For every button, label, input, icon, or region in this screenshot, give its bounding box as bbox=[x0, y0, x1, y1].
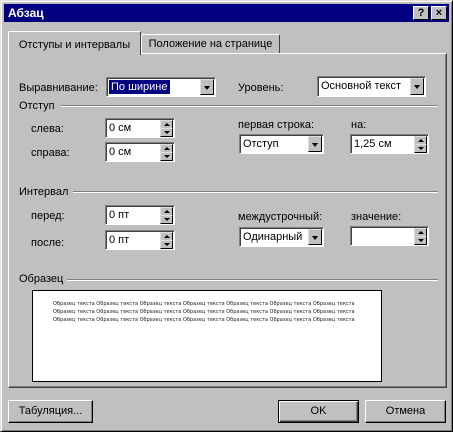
alignment-label: Выравнивание: bbox=[19, 82, 98, 94]
indent-left-label: слева: bbox=[31, 123, 64, 135]
spacing-after-field[interactable]: 0 пт bbox=[105, 230, 175, 250]
tabs-button-label: Табуляция... bbox=[18, 405, 83, 417]
tab-line-and-page-breaks[interactable]: Положение на странице bbox=[141, 34, 280, 54]
line-spacing-at-field[interactable] bbox=[350, 226, 429, 246]
alignment-value: По ширине bbox=[109, 80, 170, 94]
indent-left-value: 0 см bbox=[109, 122, 132, 134]
preview-sample-text: Образец текста Образец текста Образец те… bbox=[53, 301, 355, 323]
first-line-select[interactable]: Отступ bbox=[239, 134, 324, 154]
spin-down-icon[interactable] bbox=[160, 152, 173, 161]
alignment-select[interactable]: По ширине bbox=[106, 77, 216, 97]
close-button[interactable]: × bbox=[431, 6, 447, 20]
tab-label: Положение на странице bbox=[148, 38, 273, 50]
help-button[interactable]: ? bbox=[413, 6, 429, 20]
window-title: Абзац bbox=[8, 6, 44, 20]
spacing-before-label: перед: bbox=[31, 210, 65, 222]
cancel-button[interactable]: Отмена bbox=[365, 400, 446, 423]
spacing-before-value: 0 пт bbox=[109, 209, 130, 221]
by-label: на: bbox=[351, 119, 367, 131]
line-spacing-at-label: значение: bbox=[351, 211, 402, 223]
outline-level-value: Основной текст bbox=[321, 80, 401, 92]
indent-right-label: справа: bbox=[31, 147, 70, 159]
chevron-down-icon[interactable] bbox=[308, 229, 322, 245]
spin-down-icon[interactable] bbox=[160, 240, 173, 249]
first-line-label: первая строка: bbox=[238, 119, 315, 131]
preview-box: Образец текста Образец текста Образец те… bbox=[32, 290, 382, 382]
tab-label: Отступы и интервалы bbox=[18, 39, 131, 51]
first-line-value: Отступ bbox=[243, 138, 279, 150]
spacing-divider bbox=[73, 191, 438, 193]
indent-by-field[interactable]: 1,25 см bbox=[350, 134, 429, 154]
level-label: Уровень: bbox=[238, 82, 284, 94]
indent-right-field[interactable]: 0 см bbox=[105, 142, 175, 162]
spacing-before-field[interactable]: 0 пт bbox=[105, 205, 175, 225]
indent-left-field[interactable]: 0 см bbox=[105, 118, 175, 138]
outline-level-select[interactable]: Основной текст bbox=[317, 76, 426, 97]
spin-down-icon[interactable] bbox=[414, 144, 427, 153]
line-spacing-value: Одинарный bbox=[243, 231, 303, 243]
cancel-button-label: Отмена bbox=[385, 405, 426, 417]
preview-group-label: Образец bbox=[19, 273, 64, 285]
chevron-down-icon[interactable] bbox=[410, 78, 424, 95]
spin-down-icon[interactable] bbox=[160, 128, 173, 137]
indent-right-value: 0 см bbox=[109, 146, 132, 158]
chevron-down-icon[interactable] bbox=[200, 79, 214, 95]
chevron-down-icon[interactable] bbox=[308, 136, 322, 152]
indent-divider bbox=[61, 105, 438, 107]
title-bar[interactable]: Абзац ? × bbox=[4, 4, 449, 22]
indent-group-label: Отступ bbox=[19, 100, 55, 112]
paragraph-dialog: Абзац ? × Отступы и интервалы Положение … bbox=[0, 0, 453, 432]
spacing-after-value: 0 пт bbox=[109, 234, 130, 246]
ok-button-label: OK bbox=[310, 405, 327, 417]
indent-by-value: 1,25 см bbox=[354, 138, 392, 150]
spin-down-icon[interactable] bbox=[160, 215, 173, 224]
spin-down-icon[interactable] bbox=[414, 236, 427, 245]
preview-divider bbox=[67, 279, 438, 281]
line-spacing-select[interactable]: Одинарный bbox=[239, 227, 324, 247]
tabs-button[interactable]: Табуляция... bbox=[8, 400, 93, 423]
line-spacing-label: междустрочный: bbox=[238, 211, 323, 223]
ok-button[interactable]: OK bbox=[278, 400, 359, 423]
spacing-group-label: Интервал bbox=[19, 186, 69, 198]
spacing-after-label: после: bbox=[31, 237, 65, 249]
tab-indents-and-spacing[interactable]: Отступы и интервалы bbox=[8, 31, 141, 55]
